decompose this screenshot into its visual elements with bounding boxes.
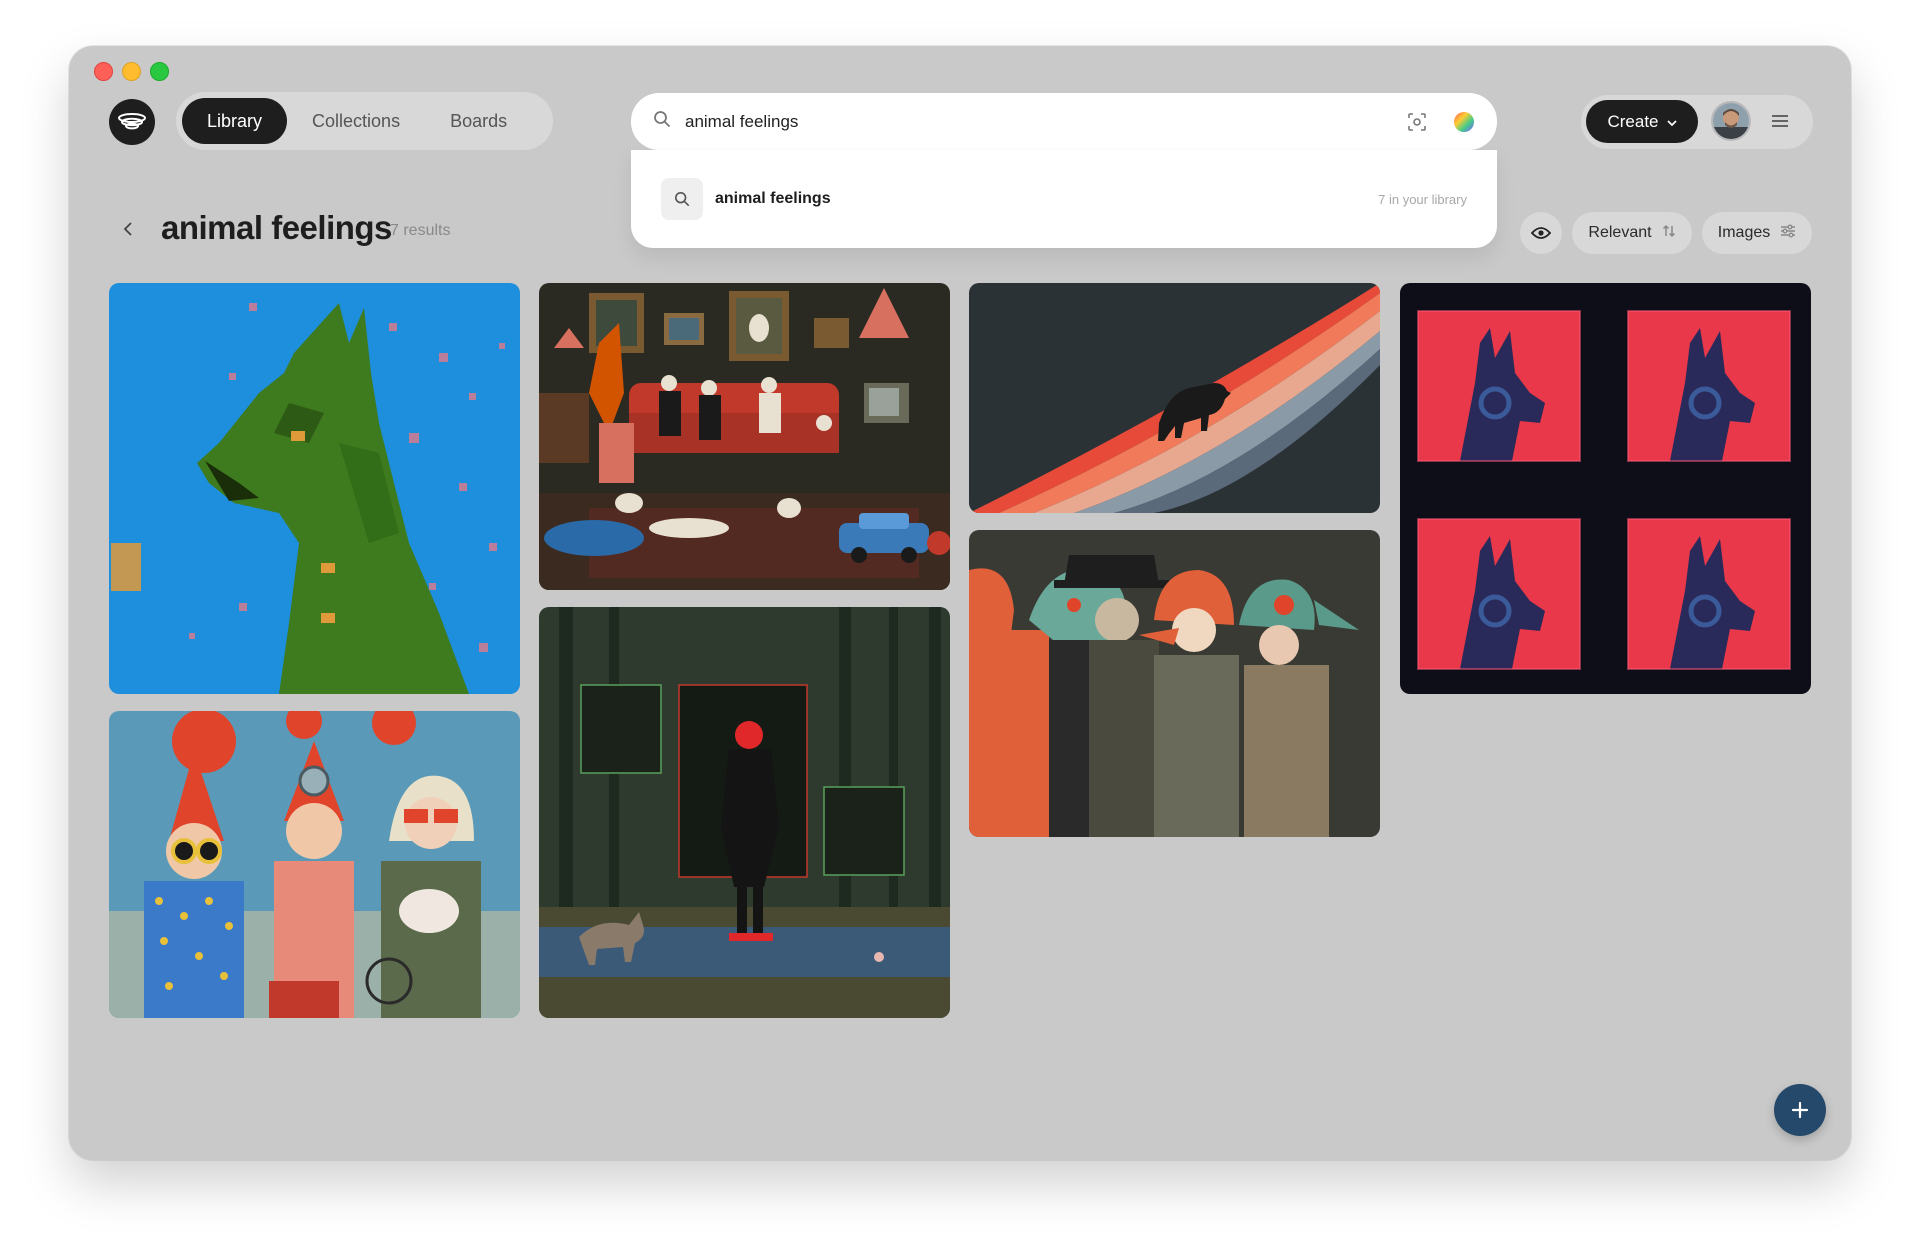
filter-button[interactable]: Images [1702, 212, 1812, 254]
tab-boards[interactable]: Boards [425, 98, 532, 144]
create-button[interactable]: Create [1586, 100, 1698, 143]
chevron-down-icon [1666, 112, 1677, 132]
suggestion-search-icon [661, 178, 703, 220]
search-icon [653, 110, 671, 133]
app-window: Library Collections Boards animal feelin… [69, 46, 1851, 1160]
plus-icon [1791, 1101, 1809, 1119]
back-chevron-icon[interactable] [115, 216, 141, 242]
image-tile-living-room[interactable] [539, 283, 950, 590]
sliders-icon [1780, 224, 1796, 243]
sort-label: Relevant [1588, 224, 1652, 241]
results-count: 7 results [390, 222, 451, 239]
app-logo-icon[interactable] [109, 99, 155, 145]
eye-icon[interactable] [1520, 212, 1562, 254]
search-suggestions: animal feelings 7 in your library [631, 150, 1497, 248]
suggestion-item[interactable]: animal feelings 7 in your library [661, 177, 1467, 221]
search-input[interactable] [683, 110, 1407, 133]
avatar[interactable] [1711, 101, 1751, 141]
add-button[interactable] [1774, 1084, 1826, 1136]
search-bar [631, 93, 1497, 150]
image-tile-masked-figures[interactable] [969, 530, 1380, 837]
menu-icon[interactable] [1767, 108, 1793, 134]
image-tile-dog-grid[interactable] [1400, 283, 1811, 694]
filter-label: Images [1717, 224, 1771, 241]
sort-button[interactable]: Relevant [1572, 212, 1692, 254]
main-nav: Library Collections Boards [176, 92, 553, 150]
page-title: animal feelings [161, 209, 392, 246]
visual-search-icon[interactable] [1407, 112, 1427, 132]
image-tile-bear-rainbow[interactable] [969, 283, 1380, 513]
image-tile-forest-figure[interactable] [539, 607, 950, 1018]
minimize-window-icon[interactable] [122, 62, 141, 81]
suggestion-hint: 7 in your library [1378, 191, 1467, 207]
color-search-icon[interactable] [1453, 111, 1475, 133]
image-tile-green-dog[interactable] [109, 283, 520, 694]
sort-arrows-icon [1662, 224, 1676, 243]
create-button-label: Create [1607, 111, 1659, 131]
tab-library[interactable]: Library [182, 98, 288, 144]
close-window-icon[interactable] [94, 62, 113, 81]
tab-collections[interactable]: Collections [287, 98, 425, 144]
maximize-window-icon[interactable] [150, 62, 169, 81]
image-tile-children-balloons[interactable] [109, 711, 520, 1018]
suggestion-label: animal feelings [715, 190, 831, 207]
